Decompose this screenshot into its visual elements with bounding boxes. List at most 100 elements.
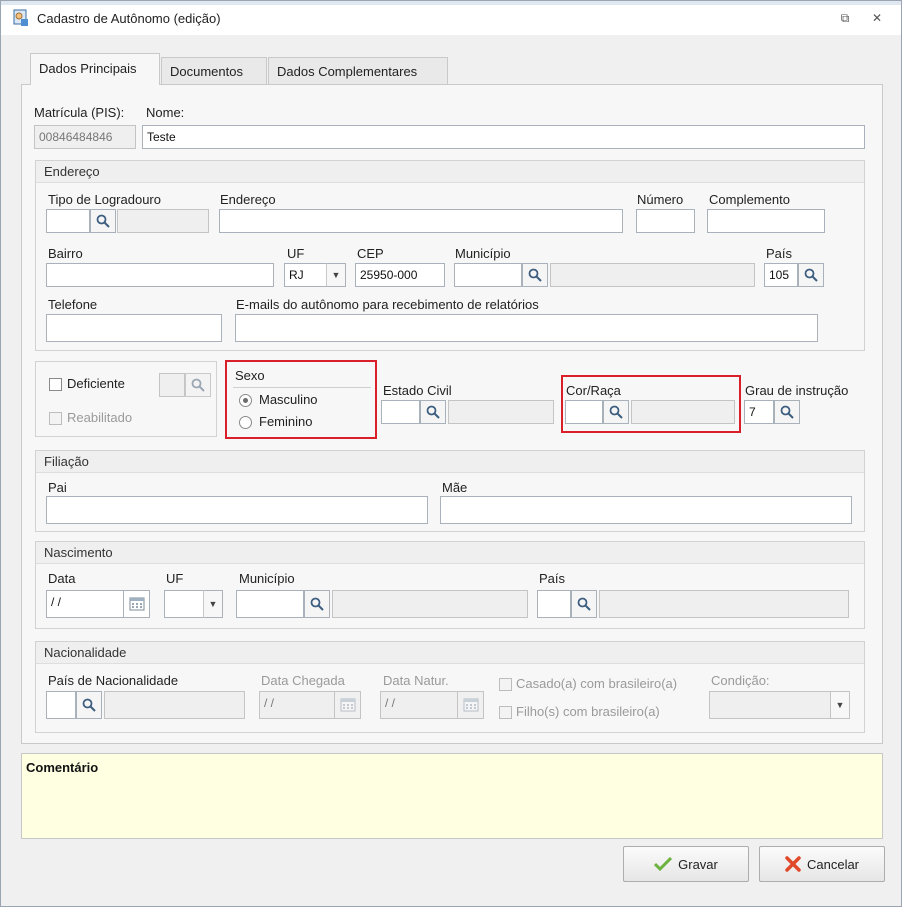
- nasc-municipio-label: Município: [239, 571, 295, 586]
- nome-field[interactable]: Teste: [142, 125, 865, 149]
- cor-raca-input[interactable]: [565, 400, 603, 424]
- calendar-icon: [340, 698, 355, 712]
- grau-instrucao-label: Grau de instrução: [745, 383, 849, 398]
- app-icon: [11, 8, 31, 28]
- nasc-municipio-input[interactable]: [236, 590, 304, 618]
- telefone-input[interactable]: [46, 314, 222, 342]
- search-icon: [96, 214, 110, 228]
- cep-input[interactable]: 25950-000: [355, 263, 445, 287]
- deficiente-label: Deficiente: [67, 376, 125, 391]
- mae-label: Mãe: [442, 480, 468, 495]
- endereco-input[interactable]: [219, 209, 623, 233]
- nome-label: Nome:: [146, 105, 185, 120]
- tab-label: Dados Principais: [39, 61, 137, 76]
- filiacao-header: Filiação: [36, 451, 864, 473]
- pais-search-button[interactable]: [798, 263, 824, 287]
- search-icon: [609, 405, 623, 419]
- tab-label: Dados Complementares: [277, 64, 418, 79]
- search-icon: [82, 698, 96, 712]
- data-chegada-label: Data Chegada: [261, 673, 345, 688]
- nasc-data-input[interactable]: / /: [46, 590, 124, 618]
- close-icon[interactable]: ✕: [867, 9, 887, 27]
- x-icon: [785, 856, 801, 872]
- cep-label: CEP: [357, 246, 384, 261]
- title-bar: Cadastro de Autônomo (edição) ⧉ ✕: [1, 1, 901, 35]
- uf-select[interactable]: RJ: [284, 263, 328, 287]
- deficiencia-input: [159, 373, 185, 397]
- calendar-button[interactable]: [124, 590, 150, 618]
- nasc-data-label: Data: [48, 571, 76, 586]
- tab-dados-principais[interactable]: Dados Principais: [30, 53, 160, 85]
- pais-input[interactable]: 105: [764, 263, 798, 287]
- sexo-label: Sexo: [235, 368, 265, 383]
- save-label: Gravar: [678, 856, 718, 872]
- cancel-button[interactable]: Cancelar: [759, 846, 885, 882]
- tab-documentos[interactable]: Documentos: [161, 57, 267, 85]
- search-icon: [780, 405, 794, 419]
- chevron-down-icon[interactable]: ▼: [203, 590, 223, 618]
- mae-input[interactable]: [440, 496, 852, 524]
- numero-input[interactable]: [636, 209, 695, 233]
- complemento-input[interactable]: [707, 209, 825, 233]
- calendar-button-chegada: [335, 691, 361, 719]
- endereco-label: Endereço: [220, 192, 276, 207]
- emails-input[interactable]: [235, 314, 818, 342]
- cor-raca-search-button[interactable]: [603, 400, 629, 424]
- data-natur-input: / /: [380, 691, 458, 719]
- search-icon: [528, 268, 542, 282]
- masculino-label: Masculino: [259, 392, 318, 407]
- top-strip: [1, 1, 901, 5]
- tipo-logradouro-input[interactable]: [46, 209, 90, 233]
- pais-label: País: [766, 246, 793, 261]
- masculino-radio[interactable]: [239, 394, 252, 407]
- search-icon: [191, 378, 205, 392]
- search-icon: [310, 597, 324, 611]
- search-icon: [804, 268, 818, 282]
- nasc-pais-input[interactable]: [537, 590, 571, 618]
- telefone-label: Telefone: [48, 297, 98, 312]
- chevron-down-icon[interactable]: ▼: [326, 263, 346, 287]
- nasc-uf-label: UF: [166, 571, 184, 586]
- municipio-input[interactable]: [454, 263, 522, 287]
- grau-instrucao-search-button[interactable]: [774, 400, 800, 424]
- calendar-icon: [129, 597, 144, 611]
- deficiente-checkbox[interactable]: [49, 378, 62, 391]
- estado-civil-input[interactable]: [381, 400, 420, 424]
- nasc-municipio-desc: [332, 590, 528, 618]
- pais-nacionalidade-desc: [104, 691, 245, 719]
- matricula-field[interactable]: 00846484846: [34, 125, 136, 149]
- condicao-select: [709, 691, 831, 719]
- calendar-button-natur: [458, 691, 484, 719]
- casado-checkbox: [499, 678, 512, 691]
- reabilitado-checkbox: [49, 412, 62, 425]
- grau-instrucao-input[interactable]: 7: [744, 400, 774, 424]
- nasc-municipio-search-button[interactable]: [304, 590, 330, 618]
- feminino-radio[interactable]: [239, 416, 252, 429]
- feminino-label: Feminino: [259, 414, 313, 429]
- tipo-logradouro-search-button[interactable]: [90, 209, 116, 233]
- nasc-uf-select[interactable]: [164, 590, 204, 618]
- dialog-window: Cadastro de Autônomo (edição) ⧉ ✕ Dados …: [0, 0, 902, 907]
- pai-input[interactable]: [46, 496, 428, 524]
- search-icon: [577, 597, 591, 611]
- pais-nacionalidade-search-button[interactable]: [76, 691, 102, 719]
- municipio-search-button[interactable]: [522, 263, 548, 287]
- tipo-logradouro-label: Tipo de Logradouro: [48, 192, 161, 207]
- restore-icon[interactable]: ⧉: [835, 9, 855, 27]
- estado-civil-search-button[interactable]: [420, 400, 446, 424]
- cancel-label: Cancelar: [806, 856, 860, 872]
- cor-raca-desc: [631, 400, 735, 424]
- tab-dados-complementares[interactable]: Dados Complementares: [268, 57, 448, 85]
- pais-nacionalidade-input[interactable]: [46, 691, 76, 719]
- casado-label: Casado(a) com brasileiro(a): [516, 676, 678, 691]
- municipio-label: Município: [455, 246, 511, 261]
- tab-label: Documentos: [170, 64, 243, 79]
- save-button[interactable]: Gravar: [623, 846, 749, 882]
- bairro-input[interactable]: [46, 263, 274, 287]
- estado-civil-label: Estado Civil: [383, 383, 452, 398]
- nasc-pais-search-button[interactable]: [571, 590, 597, 618]
- data-natur-label: Data Natur.: [383, 673, 449, 688]
- comment-area[interactable]: Comentário: [21, 753, 883, 839]
- comment-title: Comentário: [26, 760, 99, 775]
- municipio-desc: [550, 263, 755, 287]
